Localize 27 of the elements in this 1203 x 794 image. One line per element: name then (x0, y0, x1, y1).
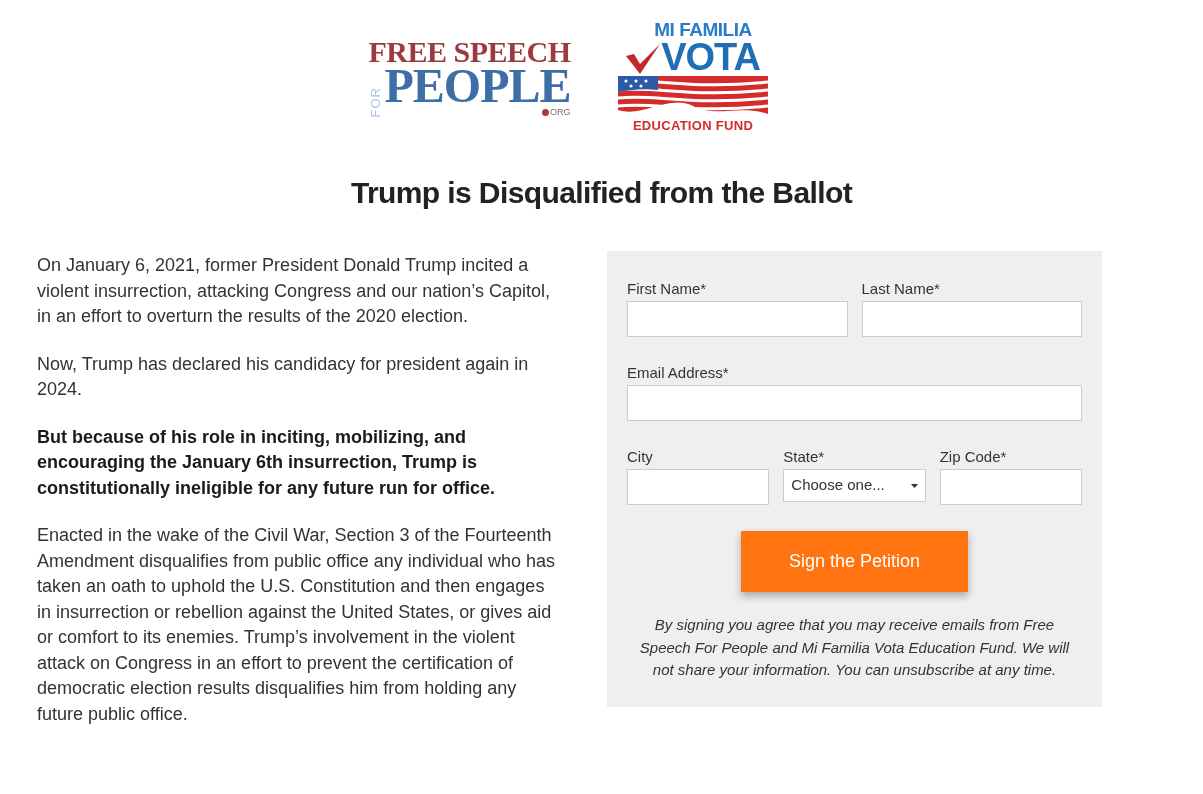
field-label: Zip Code* (939, 449, 1008, 465)
field-label: Last Name* (861, 281, 941, 297)
disclaimer-text: By signing you agree that you may receive emails from Free Speech For People and Mi Familia Vota Education Fund. We will not share your information. You can unsubscribe at any time. (638, 615, 1071, 680)
page-title: Trump is Disqualified from the Ballot (350, 175, 853, 211)
logo-text: VOTA (661, 40, 760, 74)
field-label: State* (783, 449, 826, 465)
paragraph: But because of his role in inciting, mobilizing, and encouraging the January 6th insurrection, Trump is constitutionally ineligible for any future run for office. (37, 425, 497, 500)
text-input-field[interactable] (627, 385, 1082, 421)
field-label: Email Address* (627, 365, 730, 381)
logo-text: FREE SPEECH (368, 38, 571, 66)
logo-text: FOR (369, 86, 383, 117)
state-dropdown[interactable]: Choose one... (783, 469, 926, 502)
caret-icon (910, 483, 918, 488)
field-label: First Name* (627, 281, 708, 297)
paragraph: On January 6, 2021, former President Donald Trump incited a violent insurrection, attacking Congress and our nation’s Capitol, in an effort to overturn the results of the 2020 election. (37, 254, 551, 328)
logo-text: MI FAMILIA (654, 20, 752, 40)
paragraph: Enacted in the wake of the Civil War, Section 3 of the Fourteenth Amendment disqualifies from public office any individual who has taken an oath to uphold the U.S. Constitution and then engages in insurrection or rebellion against the United States, or gives aid or comfort to its enemies. Trump’s involvement in the violent attack on Congress in an effort to prevent the certification of democratic election results disqualifies him from holding any future public office. (37, 524, 556, 726)
paragraph: Now, Trump has declared his candidacy for president again in 2024. (37, 352, 530, 401)
field-label: City (627, 449, 654, 465)
text-input-field[interactable] (861, 301, 1082, 337)
logo-text: PEOPLE (384, 66, 571, 106)
text-input-field[interactable] (627, 469, 770, 505)
logo-text: ORG (550, 107, 571, 117)
logo-text: EDUCATION FUND (632, 119, 754, 133)
checkmark-icon (626, 44, 661, 74)
text-input-field[interactable] (627, 301, 848, 337)
text-input-field[interactable] (939, 469, 1082, 505)
